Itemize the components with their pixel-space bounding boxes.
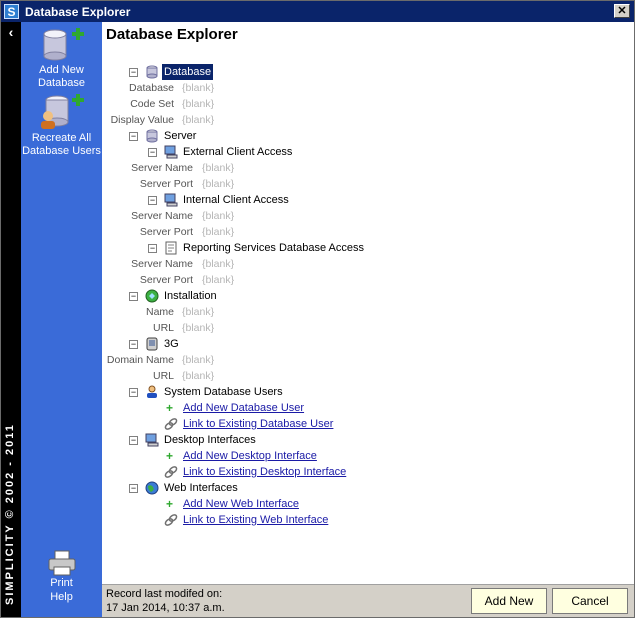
collapse-toggle-installation[interactable]: − [129, 292, 138, 301]
add-new-database-label: Add New Database [37, 64, 86, 89]
prop-row: Code Set {blank} [130, 98, 215, 110]
add-new-database-button[interactable]: Add New Database [21, 28, 102, 89]
footer-bar: Record last modifed on: 17 Jan 2014, 10:… [102, 584, 634, 617]
prop-row: Server Name {blank} [131, 162, 235, 174]
tree-node-reporting-services[interactable]: − Reporting Services Database Access [102, 240, 502, 256]
collapse-toggle-database[interactable]: − [129, 68, 138, 77]
tree-node-installation[interactable]: − Installation [102, 288, 402, 304]
prop-row: Server Port {blank} [139, 226, 235, 238]
installation-icon [145, 289, 159, 303]
print-button[interactable]: Print Help [21, 549, 102, 604]
collapse-toggle-desktop[interactable]: − [129, 436, 138, 445]
database-icon [146, 65, 158, 79]
tree-node-external-client-access[interactable]: − External Client Access [102, 144, 502, 160]
computer-icon [164, 145, 178, 159]
server-icon [146, 129, 158, 143]
prop-row: Server Port {blank} [139, 178, 235, 190]
modified-timestamp: 17 Jan 2014, 10:37 a.m. [106, 602, 225, 614]
tree-node-desktop-interfaces[interactable]: − Desktop Interfaces [102, 432, 502, 448]
title-bar: S Database Explorer ✕ [1, 1, 634, 22]
add-database-icon [43, 28, 84, 61]
collapse-toggle-web[interactable]: − [129, 484, 138, 493]
print-label: Print [50, 577, 73, 589]
add-new-web-interface-link[interactable]: Add New Web Interface [183, 496, 299, 512]
tree-node-web-interfaces[interactable]: − Web Interfaces [102, 480, 502, 496]
prop-row: Server Name {blank} [131, 210, 235, 222]
tree-label-database: Database [162, 64, 214, 80]
database-explorer-window: S Database Explorer ✕ ‹ SIMPLICITY © 200… [0, 0, 635, 618]
page-title: Database Explorer [106, 26, 238, 43]
prop-row: URL {blank} [152, 370, 215, 382]
recreate-users-icon [40, 94, 84, 129]
prop-row: Domain Name {blank} [106, 354, 215, 366]
chain-link-icon [164, 466, 178, 478]
close-button[interactable]: ✕ [614, 4, 630, 18]
prop-row: Display Value {blank} [110, 114, 215, 126]
content-area: Database Explorer − Database Database {b… [102, 22, 634, 584]
brand-vertical-text: SIMPLICITY © 2002 - 2011 [4, 423, 16, 605]
window-title: Database Explorer [25, 5, 131, 19]
tree-node-server[interactable]: − Server [102, 128, 402, 144]
collapse-toggle-reporting[interactable]: − [148, 244, 157, 253]
user-icon [147, 385, 157, 398]
collapse-panel-icon[interactable]: ‹ [4, 25, 18, 39]
desktop-computer-icon [145, 433, 159, 447]
prop-row: URL {blank} [152, 322, 215, 334]
recreate-all-users-label: Recreate All Database Users [22, 132, 101, 157]
collapse-toggle-internal[interactable]: − [148, 196, 157, 205]
link-existing-web-row: Link to Existing Web Interface [102, 512, 502, 528]
app-logo-icon: S [4, 4, 19, 19]
mobile-device-icon [146, 337, 158, 351]
tree-node-system-database-users[interactable]: − System Database Users [102, 384, 502, 400]
add-new-button[interactable]: Add New [471, 588, 547, 614]
link-existing-desktop-row: Link to Existing Desktop Interface [102, 464, 502, 480]
prop-row: Server Port {blank} [139, 274, 235, 286]
add-database-user-row: + Add New Database User [102, 400, 502, 416]
add-new-desktop-interface-link[interactable]: Add New Desktop Interface [183, 448, 317, 464]
prop-row: Name {blank} [145, 306, 215, 318]
add-plus-icon: + [166, 449, 174, 463]
link-existing-web-interface-link[interactable]: Link to Existing Web Interface [183, 512, 328, 528]
collapse-toggle-server[interactable]: − [129, 132, 138, 141]
add-web-interface-row: + Add New Web Interface [102, 496, 502, 512]
chain-link-icon [164, 418, 178, 430]
collapse-toggle-3g[interactable]: − [129, 340, 138, 349]
tree-node-database[interactable]: − Database [102, 64, 402, 80]
cancel-button[interactable]: Cancel [552, 588, 628, 614]
recreate-all-users-button[interactable]: Recreate All Database Users [21, 94, 102, 157]
link-existing-desktop-interface-link[interactable]: Link to Existing Desktop Interface [183, 464, 346, 480]
report-document-icon [165, 241, 177, 255]
link-existing-database-user-link[interactable]: Link to Existing Database User [183, 416, 333, 432]
help-link[interactable]: Help [21, 590, 102, 604]
collapse-toggle-system-users[interactable]: − [129, 388, 138, 397]
prop-row: Database {blank} [129, 82, 215, 94]
action-panel: Add New Database Recreate All Database U… [21, 22, 102, 617]
brand-strip: ‹ SIMPLICITY © 2002 - 2011 [1, 22, 21, 617]
add-plus-icon: + [166, 401, 174, 415]
add-new-database-user-link[interactable]: Add New Database User [183, 400, 304, 416]
computer-icon [164, 193, 178, 207]
tree-node-internal-client-access[interactable]: − Internal Client Access [102, 192, 502, 208]
link-existing-user-row: Link to Existing Database User [102, 416, 502, 432]
add-desktop-interface-row: + Add New Desktop Interface [102, 448, 502, 464]
prop-row: Server Name {blank} [131, 258, 235, 270]
chain-link-icon [164, 514, 178, 526]
record-modified-info: Record last modifed on: 17 Jan 2014, 10:… [106, 587, 225, 615]
tree-node-3g[interactable]: − 3G [102, 336, 402, 352]
add-plus-icon: + [166, 497, 174, 511]
printer-icon [48, 550, 75, 576]
collapse-toggle-external[interactable]: − [148, 148, 157, 157]
modified-label: Record last modifed on: [106, 588, 223, 600]
globe-icon [145, 481, 159, 495]
